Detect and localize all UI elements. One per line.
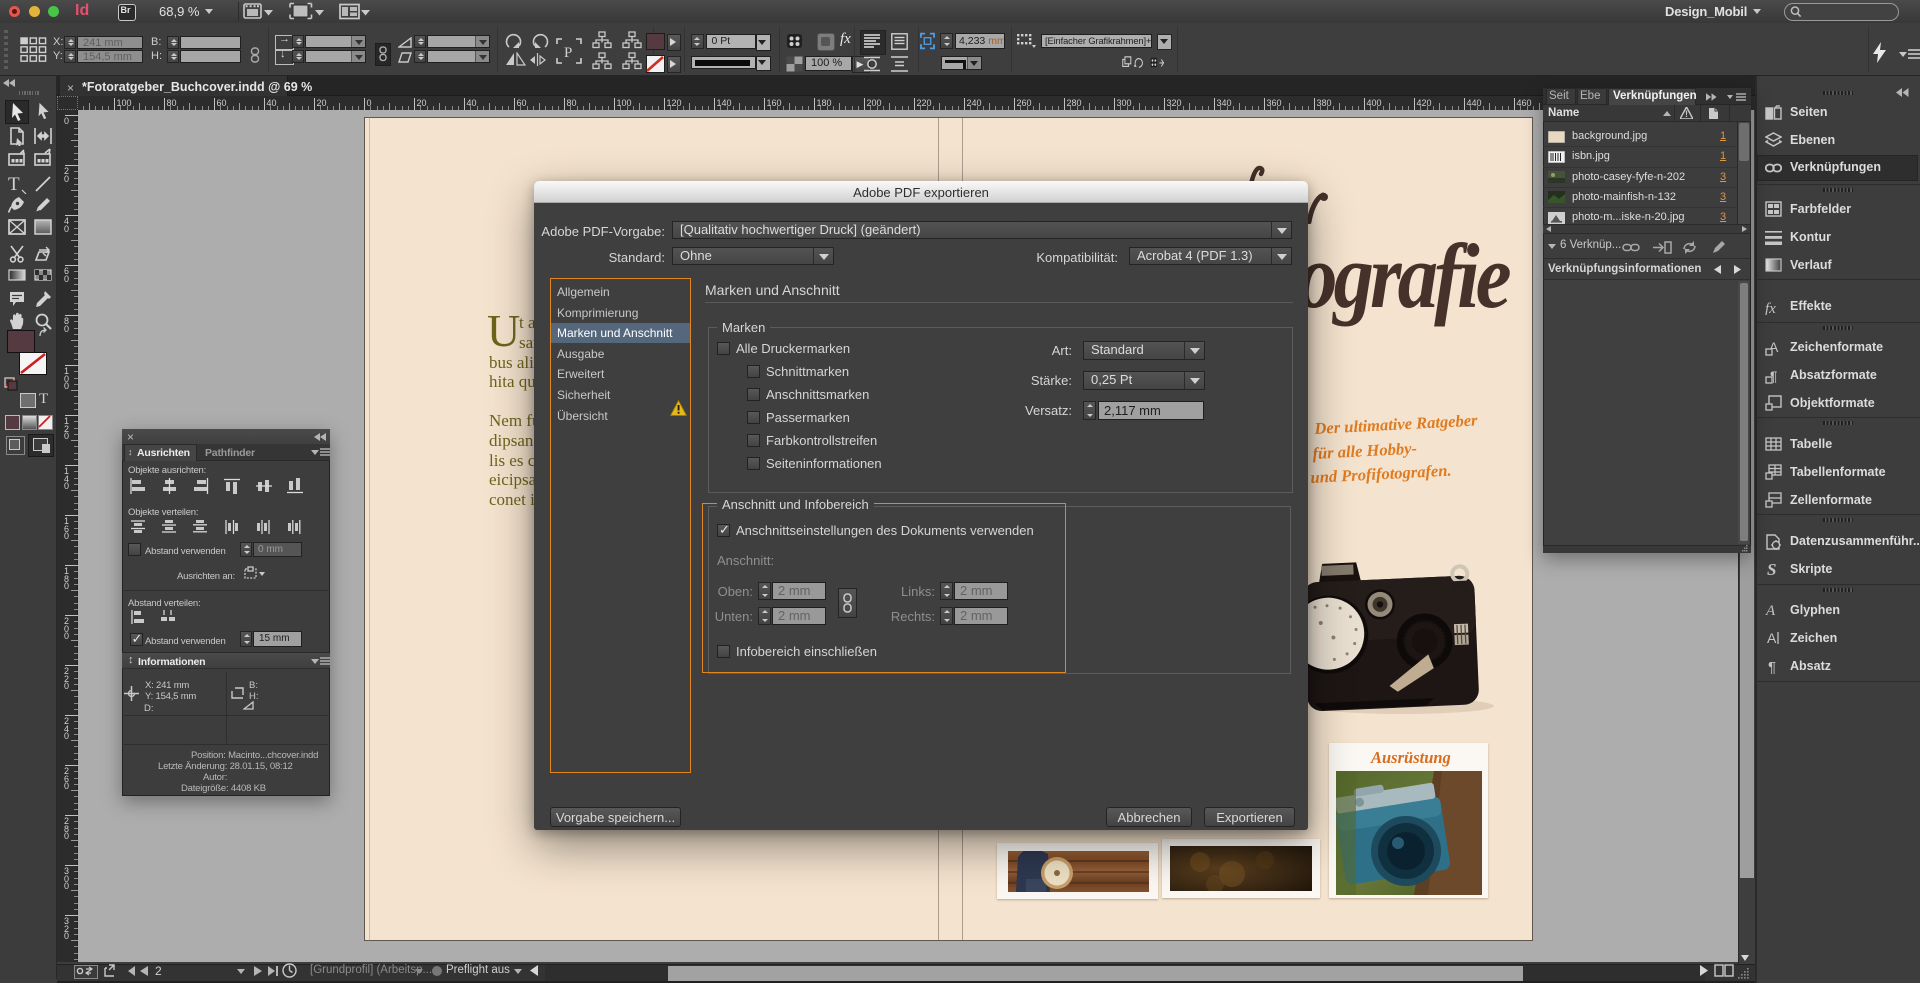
svg-text:¶: ¶ xyxy=(1768,659,1776,674)
svg-text:S: S xyxy=(1767,561,1776,577)
svg-text:T: T xyxy=(8,174,20,194)
svg-text:fx: fx xyxy=(1765,301,1776,315)
svg-text:A: A xyxy=(1765,603,1776,618)
svg-text:A: A xyxy=(1767,630,1777,646)
svg-text:!: ! xyxy=(1685,109,1688,119)
svg-text:P: P xyxy=(564,45,572,61)
